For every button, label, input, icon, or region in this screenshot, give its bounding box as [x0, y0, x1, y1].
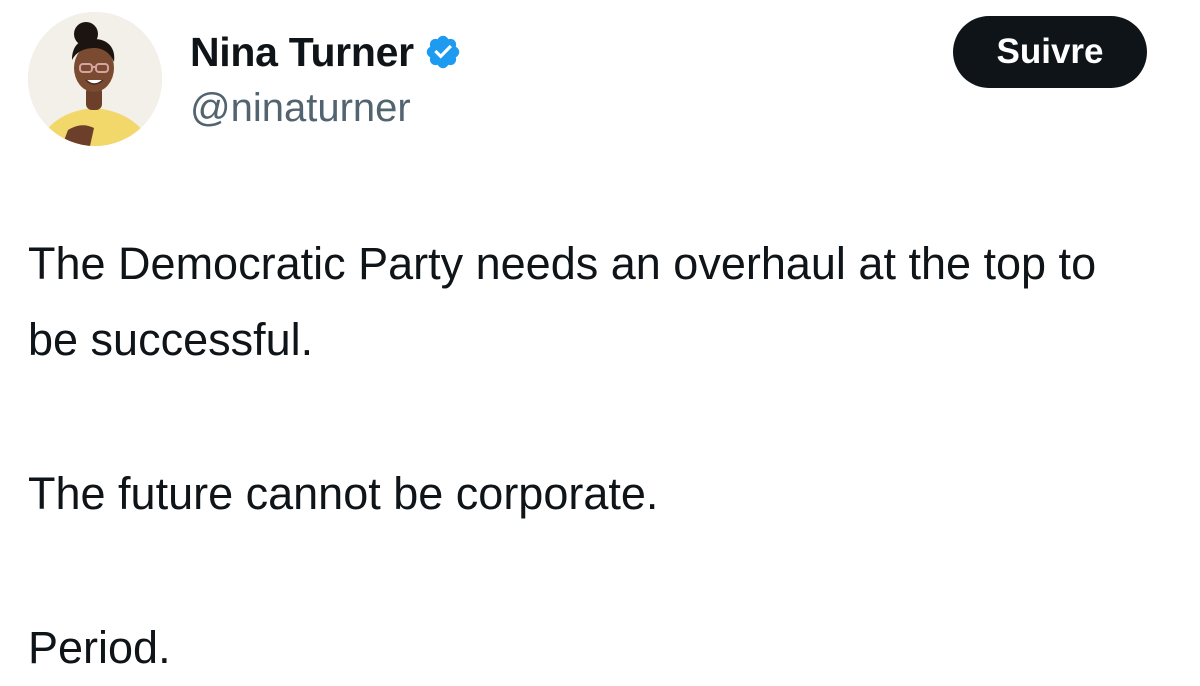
follow-button[interactable]: Suivre [953, 16, 1147, 88]
author-block: Nina Turner @ninaturner [190, 26, 462, 134]
tweet-paragraph: Period. [28, 622, 171, 673]
verified-badge-icon[interactable] [424, 33, 462, 71]
display-name[interactable]: Nina Turner [190, 26, 414, 78]
tweet-card: Nina Turner @ninaturner Suivre The Democ… [0, 0, 1200, 681]
tweet-paragraph: The Democratic Party needs an overhaul a… [28, 238, 1097, 365]
tweet-paragraph: The future cannot be corporate. [28, 468, 659, 519]
avatar[interactable] [28, 12, 162, 146]
profile-photo-icon [28, 12, 162, 146]
tweet-text: The Democratic Party needs an overhaul a… [28, 226, 1178, 686]
user-handle[interactable]: @ninaturner [190, 82, 462, 134]
name-row: Nina Turner [190, 26, 462, 78]
